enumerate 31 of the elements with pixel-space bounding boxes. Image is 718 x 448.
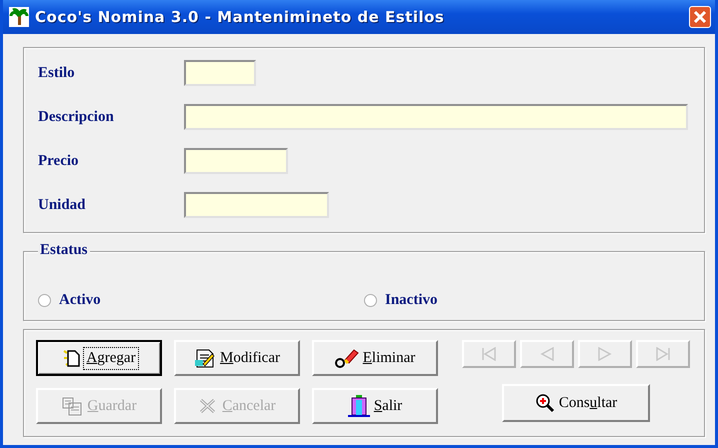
field-label: Descripcion [38, 108, 115, 126]
new-page-icon [62, 348, 82, 368]
window-title: Coco's Nomina 3.0 - Mantenimineto de Estilos [35, 8, 446, 26]
modificar-button[interactable]: Modificar [174, 340, 300, 376]
radio-button[interactable] [38, 294, 51, 306]
field-label: Precio [38, 152, 80, 170]
field-label: Unidad [38, 196, 87, 214]
door-exit-icon [348, 394, 370, 418]
edit-document-icon [194, 348, 216, 368]
salir-button[interactable]: Salir [312, 388, 438, 424]
input-field[interactable] [184, 148, 288, 174]
radio-label: Inactivo [385, 292, 438, 308]
next-record-icon [597, 347, 613, 361]
zoom-search-icon [534, 393, 555, 413]
field-label: Estilo [38, 64, 76, 82]
save-document-icon [61, 396, 84, 416]
radio-label: Activo [59, 292, 101, 308]
input-field[interactable] [184, 104, 688, 130]
consultar-button[interactable]: Consultar [502, 384, 650, 422]
radio-button[interactable] [364, 294, 377, 306]
input-field[interactable] [184, 60, 256, 86]
input-field[interactable] [184, 192, 329, 218]
previous-record-icon [539, 347, 555, 361]
eraser-icon [334, 348, 359, 368]
last-record-icon [655, 347, 671, 361]
agregar-button[interactable]: Agregar [36, 340, 162, 376]
close-icon [693, 10, 707, 24]
eliminar-button[interactable]: Eliminar [312, 340, 438, 376]
first-record-icon [481, 347, 497, 361]
close-button[interactable] [689, 6, 711, 28]
palm-tree-icon [9, 7, 29, 27]
